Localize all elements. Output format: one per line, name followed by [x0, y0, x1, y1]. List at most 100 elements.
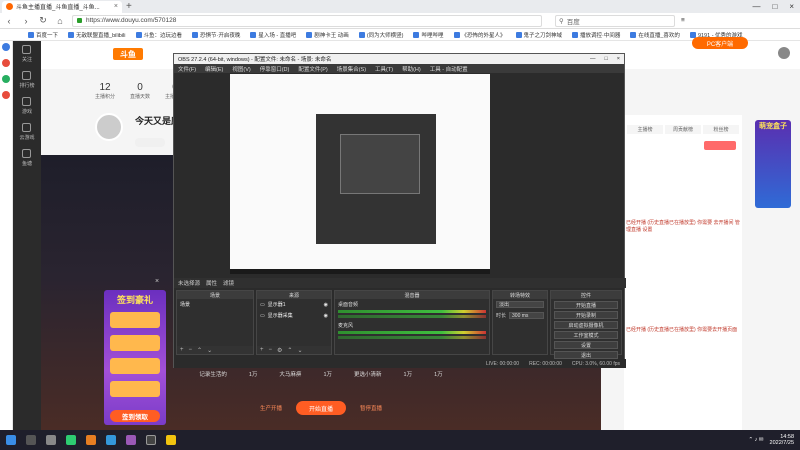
visibility-icon[interactable]: ◉: [324, 302, 328, 308]
obs-menu-item[interactable]: 工具 - 自动配置: [430, 65, 468, 73]
obs-control-button[interactable]: 设置: [554, 341, 618, 349]
obs-menu-item[interactable]: 工具(T): [375, 65, 393, 73]
windows-start-icon[interactable]: [6, 435, 16, 445]
red-badge[interactable]: [704, 141, 736, 150]
taskview-icon[interactable]: [46, 435, 56, 445]
volume-slider[interactable]: [338, 315, 486, 318]
bookmark-item[interactable]: 斗鱼：边玩边看: [135, 31, 182, 39]
browser-app-icon[interactable]: [66, 435, 76, 445]
move-up-icon[interactable]: ⌃: [287, 347, 292, 354]
signin-claim-button[interactable]: 签到领取: [110, 410, 160, 422]
new-tab-button[interactable]: +: [126, 1, 132, 12]
sidebar-app-icon[interactable]: [2, 75, 10, 83]
obs-menu-item[interactable]: 文件(F): [178, 65, 196, 73]
move-down-icon[interactable]: ⌄: [297, 347, 302, 354]
obs-menu-item[interactable]: 帮助(H): [402, 65, 421, 73]
video-control-item[interactable]: 更选小清新: [354, 370, 382, 378]
video-control-item[interactable]: 1万: [323, 370, 332, 378]
user-avatar[interactable]: [778, 47, 790, 59]
app-icon[interactable]: [86, 435, 96, 445]
visibility-icon[interactable]: ◉: [324, 313, 328, 319]
sidenav-item[interactable]: 云游戏: [19, 123, 35, 141]
add-source-button[interactable]: +: [260, 347, 264, 353]
search-icon[interactable]: [26, 435, 36, 445]
source-toolbar-button[interactable]: 属性: [206, 279, 217, 287]
sidenav-item[interactable]: 关注: [22, 45, 32, 63]
tab-close-icon[interactable]: ×: [114, 3, 118, 10]
rank-tab[interactable]: 粉丝榜: [703, 125, 739, 134]
app-icon[interactable]: [106, 435, 116, 445]
bookmark-item[interactable]: 在线直播_喜欢的: [630, 31, 680, 39]
bookmark-item[interactable]: 百度一下: [28, 31, 58, 39]
sidenav-item[interactable]: 排行榜: [19, 71, 35, 89]
volume-slider[interactable]: [338, 336, 486, 339]
obs-menu-item[interactable]: 视图(V): [232, 65, 250, 73]
back-button[interactable]: ‹: [4, 16, 14, 26]
obs-control-button[interactable]: 开始录制: [554, 311, 618, 319]
rank-tab[interactable]: 周贡献榜: [665, 125, 701, 134]
produce-live-link[interactable]: 生产开播: [260, 404, 282, 412]
follow-badge[interactable]: [135, 138, 165, 147]
source-item[interactable]: ▭ 显示器采集 ◉: [257, 310, 331, 321]
transition-select[interactable]: 淡出: [496, 301, 544, 308]
obs-control-button[interactable]: 工作室模式: [554, 331, 618, 339]
close-window-button[interactable]: ×: [789, 2, 794, 11]
sidebar-app-icon[interactable]: [2, 91, 10, 99]
obs-menu-item[interactable]: 配置文件(P): [298, 65, 327, 73]
obs-maximize-button[interactable]: □: [604, 56, 607, 62]
obs-menu-item[interactable]: 场景集合(S): [337, 65, 366, 73]
move-up-icon[interactable]: ⌃: [197, 347, 202, 354]
bookmark-item[interactable]: 无敌联盟直播_bilibili: [68, 31, 126, 39]
obs-menu-item[interactable]: 编辑(E): [205, 65, 223, 73]
video-control-item[interactable]: 大马麻痹: [279, 370, 301, 378]
anchor-avatar[interactable]: [95, 113, 123, 141]
obs-control-button[interactable]: 退出: [554, 351, 618, 359]
maximize-button[interactable]: □: [772, 2, 777, 11]
home-button[interactable]: ⌂: [55, 16, 65, 26]
minimize-button[interactable]: —: [752, 2, 760, 11]
sidebar-app-icon[interactable]: [2, 43, 10, 51]
obs-close-button[interactable]: ×: [617, 56, 620, 62]
remove-scene-button[interactable]: −: [189, 347, 193, 353]
bookmark-item[interactable]: 《恐怖的外星人》: [453, 31, 506, 39]
obs-preview[interactable]: [230, 74, 490, 274]
pc-client-button[interactable]: PC客户端: [692, 37, 748, 49]
duration-input[interactable]: 300 ms: [509, 312, 544, 319]
video-control-item[interactable]: 记录生活的: [199, 370, 227, 378]
add-scene-button[interactable]: +: [180, 347, 184, 353]
bookmark-item[interactable]: 播放调控·中间器: [572, 31, 620, 39]
tray-icons[interactable]: ⌃ ♪ ✉: [749, 437, 764, 443]
video-control-item[interactable]: 1万: [249, 370, 258, 378]
source-settings-icon[interactable]: ⚙: [277, 347, 282, 354]
video-control-item[interactable]: 1万: [404, 370, 413, 378]
bookmark-item[interactable]: 星入场 - 直播吧: [250, 31, 296, 39]
source-toolbar-button[interactable]: 滤镜: [223, 279, 234, 287]
obs-app-icon[interactable]: [146, 435, 156, 445]
folder-icon[interactable]: [166, 435, 176, 445]
clock[interactable]: 14:58 2022/7/25: [770, 434, 794, 446]
browser-tab[interactable]: 斗鱼主播直播_斗鱼直播_斗鱼... ×: [2, 0, 122, 13]
promo-close-icon[interactable]: ×: [155, 278, 163, 286]
rank-tab[interactable]: 主播榜: [627, 125, 663, 134]
bookmark-item[interactable]: 哔哩哔哩: [413, 31, 444, 39]
forward-button[interactable]: ›: [21, 16, 31, 26]
url-bar[interactable]: https://www.douyu.com/570128: [72, 14, 542, 27]
douyu-logo[interactable]: 斗鱼: [113, 48, 143, 60]
source-item[interactable]: ▭ 显示器1 ◉: [257, 299, 331, 310]
bookmark-item[interactable]: 恐惧节·开启夜晚: [192, 31, 240, 39]
pause-live-link[interactable]: 暂停直播: [360, 404, 382, 412]
app-icon[interactable]: [126, 435, 136, 445]
bookmark-item[interactable]: 鬼子之刀剑神域: [515, 31, 562, 39]
sidenav-item[interactable]: 游戏: [22, 97, 32, 115]
game-ad-banner[interactable]: 萌宠盒子: [755, 120, 791, 208]
move-down-icon[interactable]: ⌄: [207, 347, 212, 354]
video-control-item[interactable]: 1万: [434, 370, 443, 378]
obs-control-button[interactable]: 启动虚拟摄像机: [554, 321, 618, 329]
scene-item[interactable]: 场景: [177, 299, 253, 310]
search-input[interactable]: ⚲ 百度: [555, 14, 675, 27]
menu-icon[interactable]: ≡: [681, 17, 685, 24]
refresh-button[interactable]: ↻: [38, 15, 48, 26]
obs-control-button[interactable]: 开始直播: [554, 301, 618, 309]
sidebar-app-icon[interactable]: [2, 59, 10, 67]
bookmark-item[interactable]: 剧神卡王 动画: [306, 31, 349, 39]
